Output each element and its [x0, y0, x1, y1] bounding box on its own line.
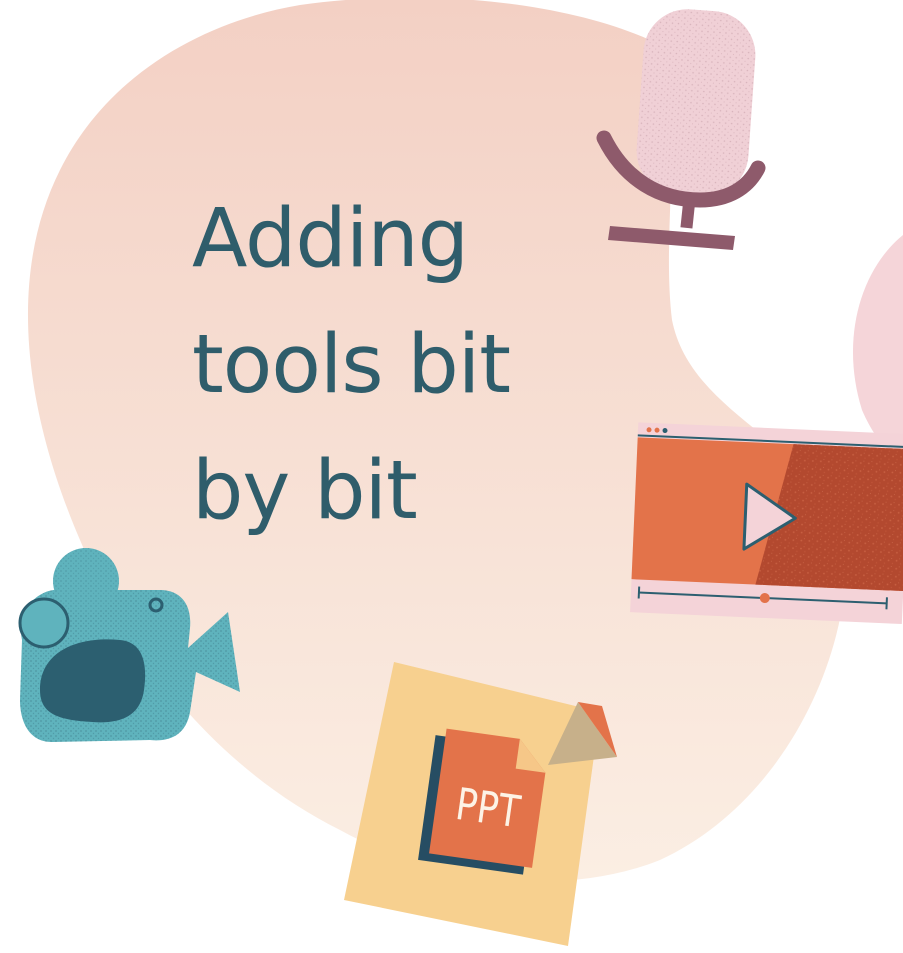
- title-line-2: tools bit: [192, 318, 511, 412]
- slide-title: Adding tools bit by bit: [192, 176, 612, 554]
- title-line-1: Adding: [192, 192, 469, 286]
- title-line-3: by bit: [192, 444, 418, 538]
- pink-blob-partial: [852, 235, 903, 460]
- slide-canvas: Adding tools bit by bit PPT: [0, 0, 903, 953]
- ppt-label: PPT: [453, 779, 524, 838]
- video-player-icon: [630, 422, 903, 625]
